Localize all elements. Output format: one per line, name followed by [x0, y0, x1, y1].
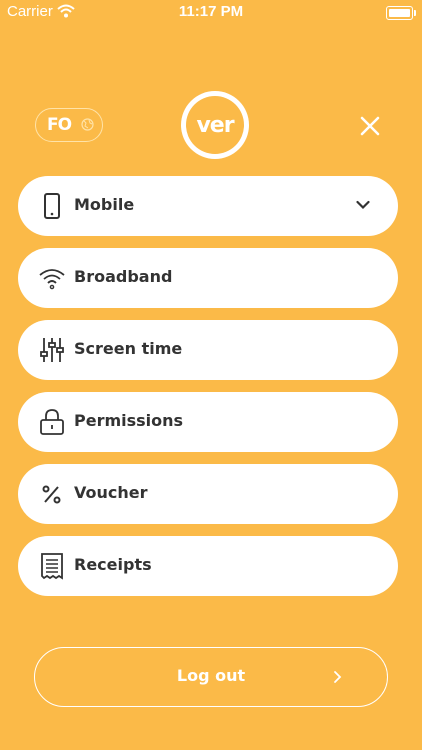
status-bar: Carrier 11:17 PM	[0, 0, 422, 24]
chevron-down-icon[interactable]	[356, 200, 370, 210]
lock-icon	[40, 409, 64, 435]
percent-icon	[42, 485, 61, 504]
status-time: 11:17 PM	[178, 3, 244, 20]
menu-item-label: Broadband	[74, 267, 173, 286]
menu-item-permissions[interactable]: Permissions	[18, 392, 398, 452]
menu-item-label: Permissions	[74, 411, 184, 430]
language-code: FO	[47, 115, 72, 135]
sliders-icon	[40, 338, 64, 362]
brand-logo: ver	[181, 91, 249, 159]
menu-item-label: Mobile	[74, 195, 135, 214]
menu-item-receipts[interactable]: Receipts	[18, 536, 398, 596]
chevron-right-icon	[334, 671, 342, 683]
menu-item-broadband[interactable]: Broadband	[18, 248, 398, 308]
language-selector[interactable]: FO	[35, 108, 103, 142]
receipt-icon	[41, 553, 63, 580]
phone-icon	[44, 193, 60, 219]
globe-icon	[81, 118, 94, 131]
menu-item-voucher[interactable]: Voucher	[18, 464, 398, 524]
menu-item-mobile[interactable]: Mobile	[18, 176, 398, 236]
close-icon[interactable]	[358, 114, 382, 138]
wifi-icon	[39, 269, 65, 290]
menu-item-screen-time[interactable]: Screen time	[18, 320, 398, 380]
logout-button[interactable]: Log out	[34, 647, 388, 707]
battery-icon	[386, 6, 416, 20]
menu-item-label: Screen time	[74, 339, 183, 358]
menu-item-label: Receipts	[74, 555, 152, 574]
logo-text: ver	[196, 112, 234, 138]
menu-item-label: Voucher	[74, 483, 148, 502]
